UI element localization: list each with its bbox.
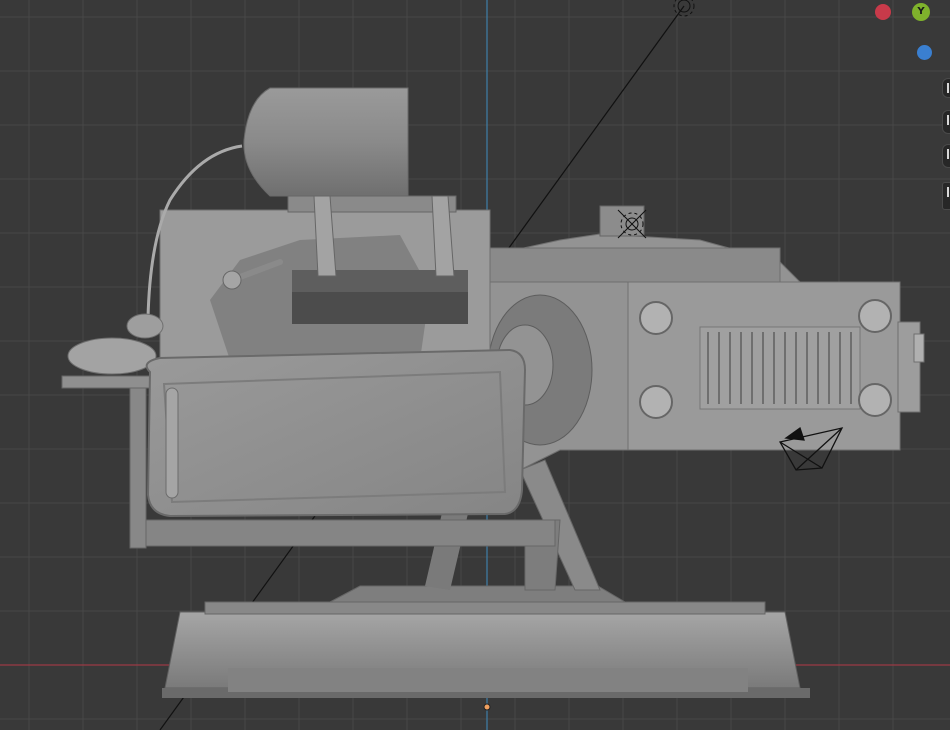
base-top-plate xyxy=(204,601,766,615)
side-shelf xyxy=(61,375,163,389)
frame-left-post xyxy=(129,387,147,549)
side-canister-dome xyxy=(126,313,164,339)
body-lever-knob xyxy=(222,270,242,290)
gizmo-x-axis-ball[interactable] xyxy=(875,4,891,20)
front-panel xyxy=(145,348,527,518)
perspective-toggle-button[interactable] xyxy=(942,182,950,210)
barrel-vent-panel xyxy=(699,326,861,410)
frame-lower-rail xyxy=(129,519,556,547)
barrel-muzzle-tip xyxy=(913,333,925,363)
side-canister xyxy=(67,337,157,375)
origin-point[interactable] xyxy=(483,703,491,711)
3d-viewport[interactable]: Y xyxy=(0,0,950,730)
zoom-button[interactable] xyxy=(942,78,950,98)
pan-button[interactable] xyxy=(942,110,950,134)
front-panel-handle xyxy=(165,387,179,499)
top-tank xyxy=(243,87,409,197)
camera-view-button[interactable] xyxy=(942,144,950,168)
gizmo-y-axis-ball[interactable]: Y xyxy=(912,3,930,21)
top-tank-mount xyxy=(287,195,457,213)
base-skirt xyxy=(228,668,748,692)
viewport-scene[interactable] xyxy=(0,0,950,730)
barrel-top-plate xyxy=(489,247,781,283)
gizmo-z-axis-ball[interactable] xyxy=(917,45,932,60)
gizmo-y-label: Y xyxy=(917,6,925,17)
